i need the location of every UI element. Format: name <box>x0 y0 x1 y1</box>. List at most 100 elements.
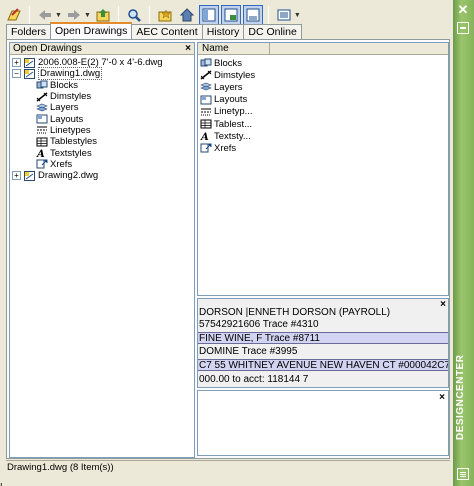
preview-close-icon[interactable]: × <box>440 299 446 310</box>
textstyles-icon: A <box>200 131 212 143</box>
status-bar: Drawing1.dwg (8 Item(s)) <box>6 460 450 474</box>
views-button[interactable] <box>274 5 294 25</box>
search-icon <box>128 9 141 22</box>
blocks-icon <box>200 58 212 68</box>
tree-node[interactable]: Blocks <box>10 80 194 91</box>
load-icon <box>7 8 21 21</box>
list-item-label: Layers <box>214 81 243 93</box>
tree-node[interactable]: Xrefs <box>10 159 194 170</box>
home-button[interactable] <box>177 5 197 25</box>
tree-node[interactable]: Tablestyles <box>10 136 194 147</box>
tree-node[interactable]: Layouts <box>10 113 194 125</box>
text-cursor: ı <box>0 480 3 486</box>
dimstyles-icon <box>200 70 212 80</box>
auto-hide-icon[interactable] <box>457 22 469 34</box>
content-frame: Open Drawings × +2006.008-E(2) 7'-0 x 4'… <box>6 39 450 459</box>
layouts-icon <box>200 95 212 105</box>
tree-pane: Open Drawings × +2006.008-E(2) 7'-0 x 4'… <box>9 42 195 458</box>
palette-title: DESIGNCENTER <box>455 354 466 440</box>
drawing-icon <box>24 57 35 68</box>
tab-open-drawings[interactable]: Open Drawings <box>50 22 133 39</box>
textstyles-icon: A <box>36 148 47 160</box>
list-item-label: Layouts <box>214 94 248 106</box>
tree-node[interactable]: Linetypes <box>10 125 194 136</box>
back-dropdown-icon[interactable]: ▼ <box>55 12 62 19</box>
properties-menu-icon[interactable] <box>457 468 469 480</box>
up-icon <box>96 9 110 22</box>
description-pane: × <box>197 390 449 456</box>
content-list: Blocks Dimstyles Layers Layouts Linetyp... Ta… <box>198 55 448 155</box>
tree-node-label: Xrefs <box>50 158 73 170</box>
tree-node[interactable]: A Textstyles <box>10 147 194 161</box>
toolbar-separator <box>29 6 30 24</box>
tab-history[interactable]: History <box>201 24 245 39</box>
tab-folders[interactable]: Folders <box>6 24 52 39</box>
list-item[interactable]: A Textsty... <box>198 130 448 144</box>
tab-strip: Folders Open Drawings AEC Content Histor… <box>6 22 302 40</box>
layouts-icon <box>36 114 48 124</box>
tab-dc-online[interactable]: DC Online <box>243 24 302 39</box>
expand-icon[interactable]: + <box>12 58 21 68</box>
palette-titlebar[interactable]: ✕ DESIGNCENTER <box>453 0 474 486</box>
drawing-icon <box>24 170 35 181</box>
tree-pane-close-icon[interactable]: × <box>182 43 194 54</box>
description-toggle-button[interactable] <box>242 5 263 25</box>
list-item[interactable]: Xrefs <box>198 142 448 154</box>
name-column-header[interactable]: Name <box>198 43 270 54</box>
tree-pane-title: Open Drawings <box>13 43 82 54</box>
list-item[interactable]: Layers <box>198 81 448 93</box>
views-icon <box>277 9 291 21</box>
tablestyles-icon <box>36 137 48 147</box>
list-item[interactable]: Tablest... <box>198 118 448 130</box>
toolbar-separator <box>267 6 269 24</box>
tree-view[interactable]: +2006.008-E(2) 7'-0 x 4'-6.dwg − Drawing1.… <box>10 55 194 181</box>
layers-icon <box>200 82 212 92</box>
tree-node-label: Textstyles <box>50 147 92 159</box>
preview-text-line: FINE WINE, F Trace #8711 <box>198 332 448 344</box>
expand-icon[interactable]: + <box>12 171 21 181</box>
preview-text-line: 57542921606 Trace #4310 <box>199 319 319 330</box>
preview-pane: DORSON |ENNETH DORSON (PAYROLL) 575429216… <box>197 298 449 388</box>
blocks-icon <box>36 80 48 90</box>
list-item-label: Linetyp... <box>214 106 253 118</box>
palette-close-icon[interactable]: ✕ <box>456 3 470 17</box>
list-item[interactable]: Dimstyles <box>198 69 448 81</box>
svg-text:A: A <box>200 132 209 141</box>
tree-node[interactable]: + Drawing2.dwg <box>10 170 194 181</box>
tree-node[interactable]: Layers <box>10 102 194 113</box>
content-list-panel: Name Blocks Dimstyles Layers Layouts Linetyp… <box>197 42 449 296</box>
tree-node-label: Layouts <box>50 113 84 125</box>
preview-text-line: C7 55 WHITNEY AVENUE NEW HAVEN CT #00004… <box>198 359 449 371</box>
back-icon <box>39 10 51 20</box>
right-pane: Name Blocks Dimstyles Layers Layouts Linetyp… <box>197 42 449 458</box>
tree-node[interactable]: Dimstyles <box>10 91 194 102</box>
views-dropdown-icon[interactable]: ▼ <box>294 12 301 19</box>
forward-dropdown-icon[interactable]: ▼ <box>84 12 91 19</box>
xrefs-icon <box>36 159 48 169</box>
tablestyles-icon <box>200 119 212 129</box>
list-item[interactable]: Blocks <box>198 57 448 69</box>
favorites-icon <box>158 9 172 22</box>
dimstyles-icon <box>36 91 48 102</box>
tree-node-label: Blocks <box>50 79 78 91</box>
tree-view-toggle-icon <box>202 8 216 22</box>
tab-aec-content[interactable]: AEC Content <box>131 24 203 39</box>
description-close-icon[interactable]: × <box>439 392 445 403</box>
list-item[interactable]: Linetyp... <box>198 106 448 118</box>
favorites-button[interactable] <box>155 5 175 25</box>
list-item[interactable]: Layouts <box>198 94 448 106</box>
description-toggle-icon <box>246 8 260 22</box>
tree-node-label: Dimstyles <box>50 91 92 103</box>
load-button[interactable] <box>4 5 24 25</box>
drag-handle[interactable] <box>461 60 465 400</box>
tree-view-toggle-button[interactable] <box>198 5 219 25</box>
tree-pane-header: Open Drawings × <box>10 43 194 55</box>
tree-node[interactable]: − Drawing1.dwg <box>10 67 194 81</box>
list-item-label: Tablest... <box>214 118 253 130</box>
collapse-icon[interactable]: − <box>12 69 21 79</box>
preview-toggle-button[interactable] <box>220 5 241 25</box>
xrefs-icon <box>200 143 212 153</box>
tree-node-label: Drawing2.dwg <box>38 170 99 182</box>
tree-node-label: Drawing1.dwg <box>38 67 103 81</box>
list-item-label: Xrefs <box>214 142 237 154</box>
